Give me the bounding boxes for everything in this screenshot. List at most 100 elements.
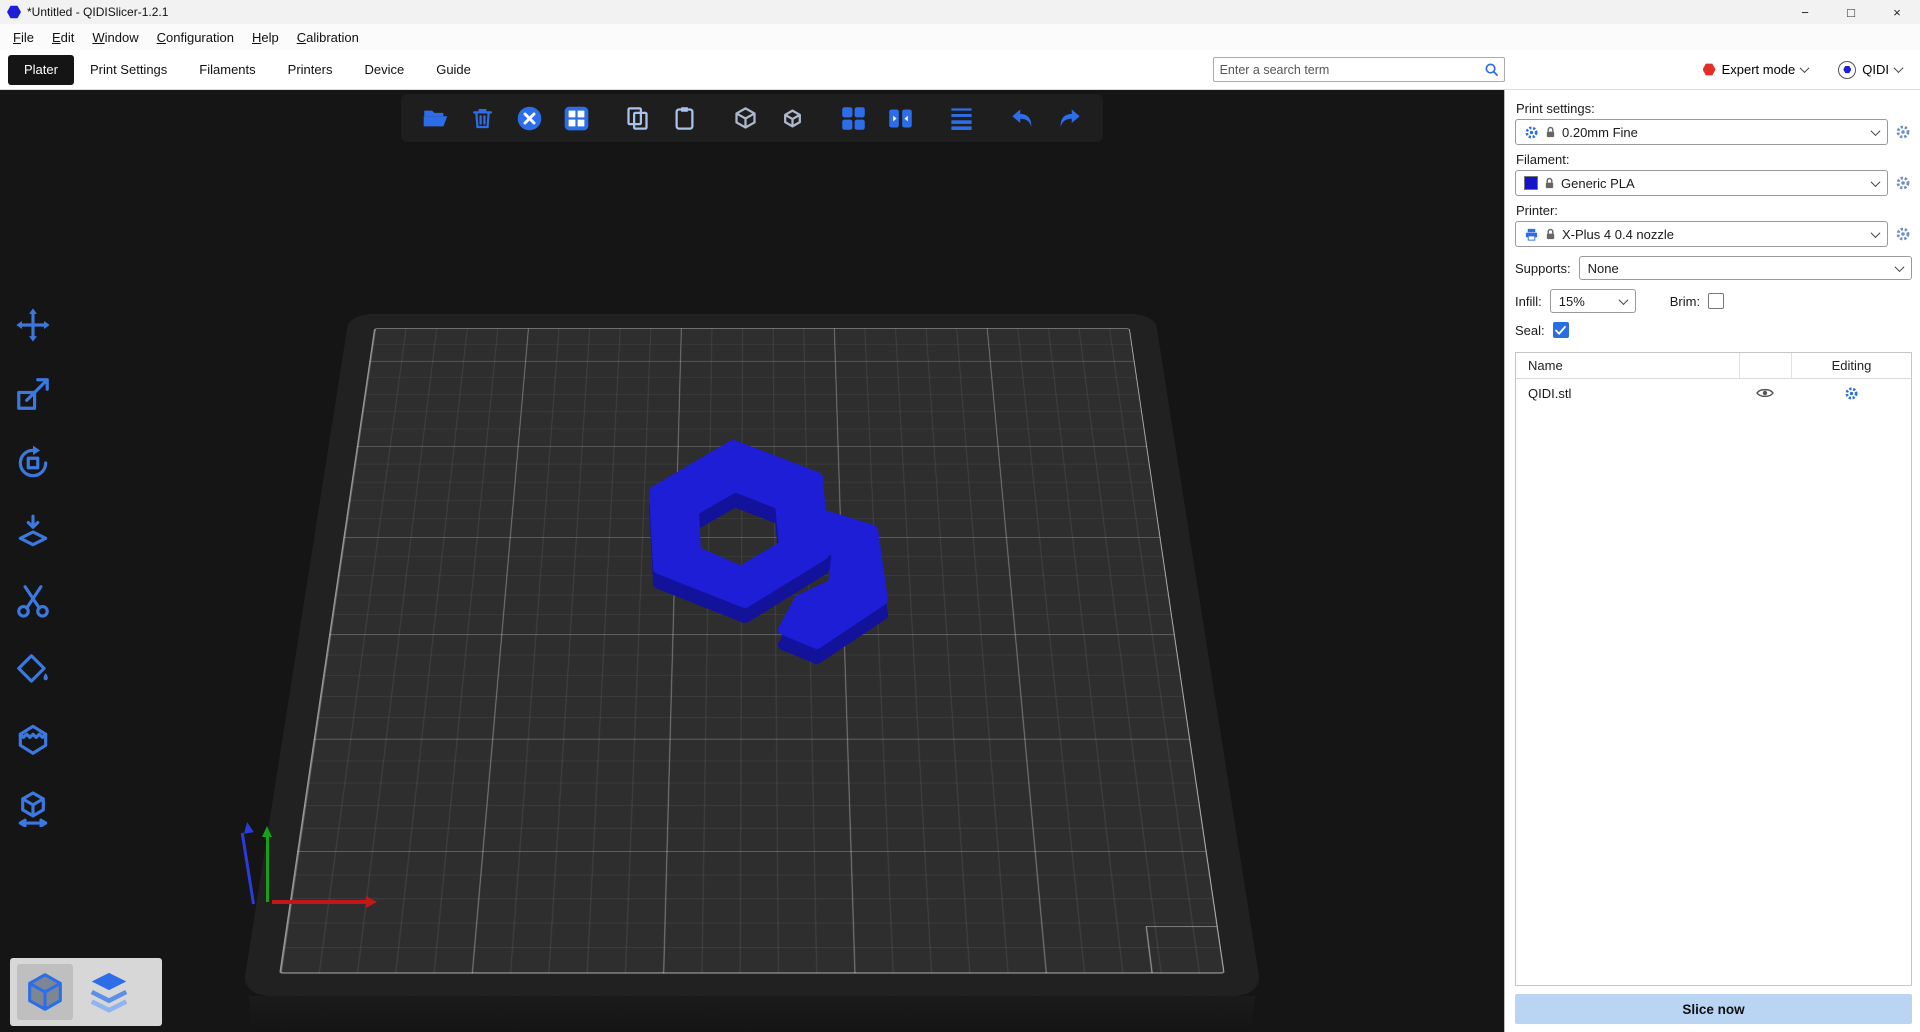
chevron-down-icon [1871,126,1881,136]
undo-button[interactable] [1004,100,1040,136]
lock-icon [1544,177,1555,190]
supports-value: None [1588,261,1619,276]
edit-settings-icon[interactable] [1844,386,1859,401]
gear-icon [1895,175,1911,191]
print-profile-gear-icon [1524,125,1539,140]
supports-label: Supports: [1515,261,1571,276]
chevron-down-icon [1871,228,1881,238]
lock-icon [1545,126,1556,139]
delete-button[interactable] [464,100,500,136]
cut-tool[interactable] [10,578,56,624]
place-on-face-tool[interactable] [10,509,56,555]
place-on-face-icon [14,513,52,551]
mode-selector[interactable]: Expert mode [1703,62,1809,77]
chevron-down-icon [1618,295,1628,305]
print-settings-gear-button[interactable] [1894,123,1912,141]
tab-plater[interactable]: Plater [8,55,74,85]
open-file-button[interactable] [417,100,453,136]
account-label: QIDI [1862,62,1889,77]
menu-bar: File Edit Window Configuration Help Cali… [0,24,1920,50]
menu-window[interactable]: Window [83,26,147,49]
close-button[interactable]: × [1874,0,1920,24]
supports-combo[interactable]: None [1579,256,1912,280]
infill-combo[interactable]: 15% [1550,289,1636,313]
arrange-button[interactable] [558,100,594,136]
tab-guide[interactable]: Guide [420,55,487,85]
check-icon [1555,326,1566,335]
printer-label: Printer: [1516,203,1912,218]
brim-checkbox[interactable] [1708,293,1724,309]
lock-icon [1545,228,1556,241]
main-area: Print settings: 0.20mm Fine [0,90,1920,1032]
delete-all-button[interactable] [511,100,547,136]
print-settings-value: 0.20mm Fine [1562,125,1638,140]
maximize-button[interactable]: □ [1828,0,1874,24]
minimize-button[interactable]: − [1782,0,1828,24]
variable-layer-height-button[interactable] [943,100,979,136]
filament-gear-button[interactable] [1894,174,1912,192]
tab-printers[interactable]: Printers [272,55,349,85]
fuzzy-skin-tool[interactable] [10,716,56,762]
tab-filaments[interactable]: Filaments [183,55,271,85]
printer-combo[interactable]: X-Plus 4 0.4 nozzle [1515,221,1888,247]
search-box [1213,57,1505,82]
infill-label: Infill: [1515,294,1542,309]
account-menu[interactable]: QIDI [1838,61,1902,79]
support-paint-tool[interactable] [10,647,56,693]
split-to-objects-button[interactable] [835,100,871,136]
object-row[interactable]: QIDI.stl [1516,379,1911,407]
seal-checkbox[interactable] [1553,322,1569,338]
menu-help[interactable]: Help [243,26,288,49]
split-to-parts-button[interactable] [882,100,918,136]
view-3d-button[interactable] [17,964,73,1020]
arrange-icon [563,105,590,132]
paste-button[interactable] [666,100,702,136]
view-layers-button[interactable] [81,964,137,1020]
tab-device[interactable]: Device [348,55,420,85]
gear-icon [1895,226,1911,242]
split-objects-icon [840,105,867,132]
bed-corner-notch [1146,926,1224,973]
redo-button[interactable] [1051,100,1087,136]
measure-icon [14,789,52,827]
rotate-icon [14,444,52,482]
add-instance-button[interactable] [727,100,763,136]
remove-instance-button[interactable] [774,100,810,136]
rotate-tool[interactable] [10,440,56,486]
model-qidi-stl[interactable] [585,438,907,666]
object-list-header: Name Editing [1516,353,1911,379]
menu-configuration[interactable]: Configuration [148,26,243,49]
slice-now-button[interactable]: Slice now [1515,994,1912,1024]
menu-file[interactable]: File [4,26,43,49]
paint-bucket-icon [14,651,52,689]
printer-gear-button[interactable] [1894,225,1912,243]
tab-print-settings[interactable]: Print Settings [74,55,183,85]
scale-tool[interactable] [10,371,56,417]
eye-icon[interactable] [1756,387,1774,399]
column-editing: Editing [1791,353,1911,378]
window-controls: − □ × [1782,0,1920,24]
copy-button[interactable] [619,100,655,136]
chevron-down-icon [1894,63,1904,73]
3d-view-cube-icon [22,969,68,1015]
tab-bar: Plater Print Settings Filaments Printers… [0,50,1920,90]
fuzzy-skin-icon [14,720,52,758]
view-toolbar [10,958,162,1026]
print-settings-combo[interactable]: 0.20mm Fine [1515,119,1888,145]
mode-label: Expert mode [1722,62,1796,77]
object-name: QIDI.stl [1516,386,1739,401]
search-input[interactable] [1214,63,1484,77]
column-name: Name [1516,358,1739,373]
menu-edit[interactable]: Edit [43,26,83,49]
measure-tool[interactable] [10,785,56,831]
move-tool[interactable] [10,302,56,348]
search-icon [1484,62,1499,77]
app-icon [7,5,21,19]
filament-combo[interactable]: Generic PLA [1515,170,1888,196]
remove-instance-icon [779,105,806,132]
scale-icon [14,375,52,413]
3d-viewport[interactable] [0,90,1504,1032]
chevron-down-icon [1800,63,1810,73]
menu-calibration[interactable]: Calibration [288,26,368,49]
move-icon [14,306,52,344]
